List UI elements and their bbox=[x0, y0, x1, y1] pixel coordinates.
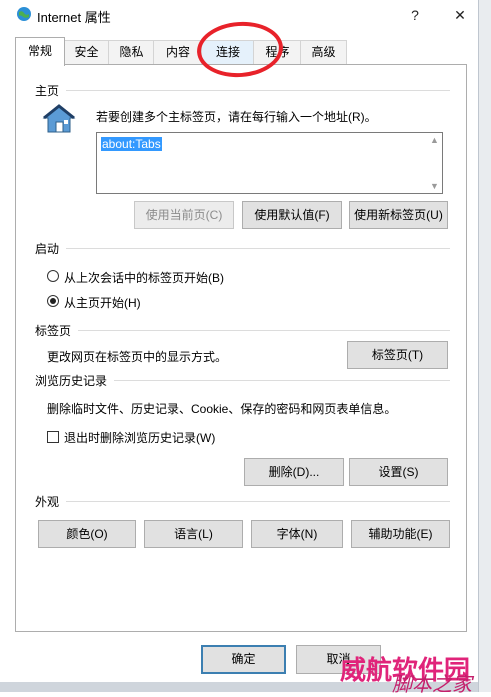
tab-privacy[interactable]: 隐私 bbox=[108, 40, 155, 64]
home-address-value: about:Tabs bbox=[101, 137, 162, 151]
tab-label: 高级 bbox=[311, 45, 336, 59]
internet-globe-icon bbox=[17, 7, 31, 21]
home-address-textarea[interactable]: about:Tabs ▲ ▼ bbox=[96, 132, 443, 194]
house-icon bbox=[42, 104, 76, 133]
tabs-group-label: 标签页 bbox=[35, 324, 72, 338]
divider bbox=[78, 330, 450, 331]
tab-label: 内容 bbox=[165, 45, 190, 59]
radio-home-label[interactable]: 从主页开始(H) bbox=[64, 294, 141, 311]
tab-label: 常规 bbox=[27, 44, 52, 58]
languages-button[interactable]: 语言(L) bbox=[144, 520, 243, 548]
scroll-up-icon[interactable]: ▲ bbox=[430, 135, 439, 145]
accessibility-button[interactable]: 辅助功能(E) bbox=[351, 520, 450, 548]
history-description: 删除临时文件、历史记录、Cookie、保存的密码和网页表单信息。 bbox=[47, 402, 397, 416]
divider bbox=[66, 501, 450, 502]
textarea-scrollbar[interactable]: ▲ ▼ bbox=[426, 133, 442, 193]
divider bbox=[114, 380, 450, 381]
help-button[interactable]: ? bbox=[403, 4, 427, 26]
use-new-tab-button[interactable]: 使用新标签页(U) bbox=[349, 201, 448, 229]
scroll-down-icon[interactable]: ▼ bbox=[430, 181, 439, 191]
tab-content[interactable]: 内容 bbox=[153, 40, 203, 64]
radio-home[interactable] bbox=[47, 295, 59, 307]
history-group-label: 浏览历史记录 bbox=[35, 374, 108, 388]
home-instruction: 若要创建多个主标签页，请在每行输入一个地址(R)。 bbox=[96, 110, 377, 124]
watermark-sub: 脚本之家 bbox=[392, 672, 472, 696]
delete-on-exit-label[interactable]: 退出时删除浏览历史记录(W) bbox=[64, 429, 215, 446]
colors-button[interactable]: 颜色(O) bbox=[38, 520, 136, 548]
use-current-button[interactable]: 使用当前页(C) bbox=[134, 201, 234, 229]
close-button[interactable]: ✕ bbox=[448, 4, 472, 26]
fonts-button[interactable]: 字体(N) bbox=[251, 520, 343, 548]
tab-advanced[interactable]: 高级 bbox=[300, 40, 347, 64]
divider bbox=[66, 90, 450, 91]
use-default-button[interactable]: 使用默认值(F) bbox=[242, 201, 342, 229]
tab-general[interactable]: 常规 bbox=[15, 37, 65, 66]
delete-on-exit-checkbox[interactable] bbox=[47, 431, 59, 443]
divider bbox=[66, 248, 450, 249]
delete-history-button[interactable]: 删除(D)... bbox=[244, 458, 344, 486]
tab-label: 安全 bbox=[74, 45, 99, 59]
background-window-edge bbox=[478, 0, 491, 692]
startup-group-label: 启动 bbox=[35, 242, 60, 256]
tab-security[interactable]: 安全 bbox=[63, 40, 110, 64]
ok-button[interactable]: 确定 bbox=[201, 645, 286, 674]
window-title: Internet 属性 bbox=[37, 10, 111, 25]
history-settings-button[interactable]: 设置(S) bbox=[349, 458, 448, 486]
tabs-settings-button[interactable]: 标签页(T) bbox=[347, 341, 448, 369]
tabs-description: 更改网页在标签页中的显示方式。 bbox=[47, 350, 228, 364]
radio-last-session-label[interactable]: 从上次会话中的标签页开始(B) bbox=[64, 269, 224, 286]
radio-last-session[interactable] bbox=[47, 270, 59, 282]
appearance-group-label: 外观 bbox=[35, 495, 60, 509]
home-group-label: 主页 bbox=[35, 84, 60, 98]
tab-label: 隐私 bbox=[119, 45, 144, 59]
